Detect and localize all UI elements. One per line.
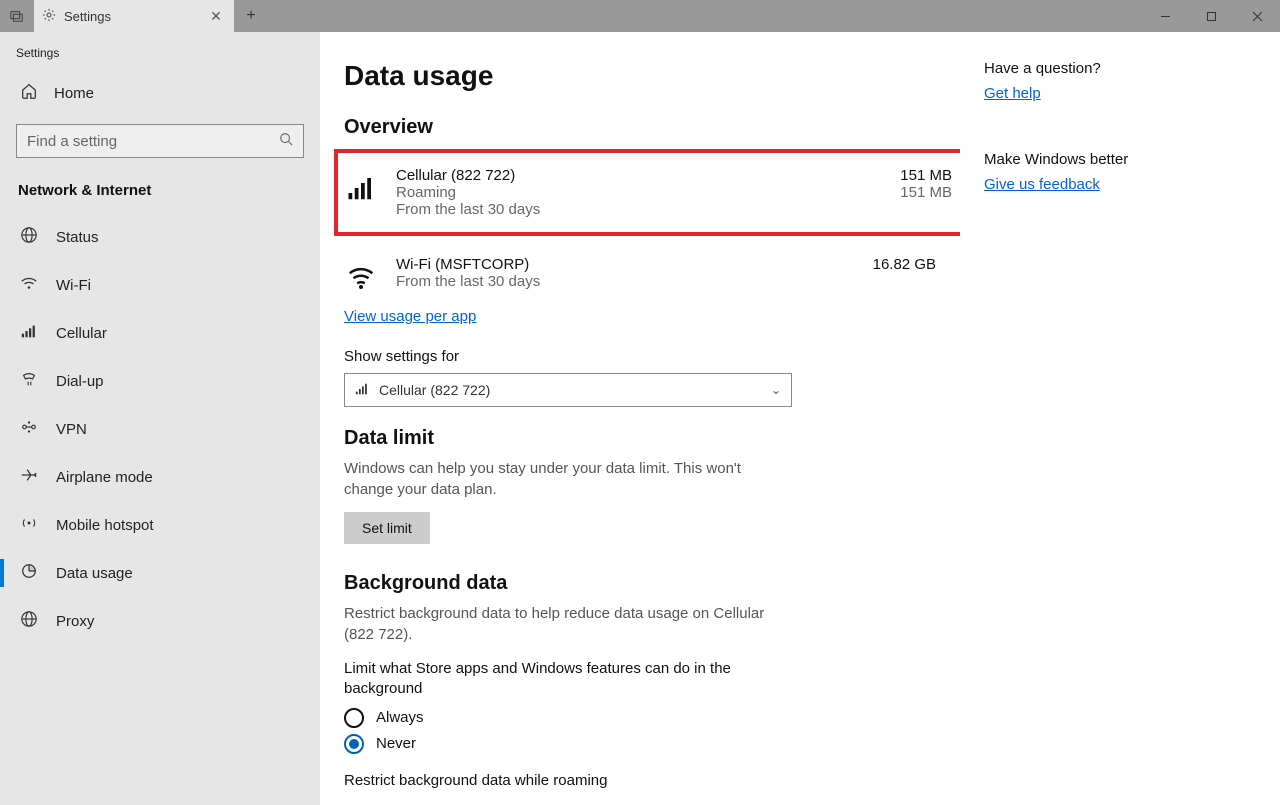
close-icon[interactable]: ✕ <box>206 8 226 25</box>
search-icon <box>279 132 293 151</box>
feedback-heading: Make Windows better <box>984 151 1256 168</box>
cellular-highlight: Cellular (822 722) Roaming From the last… <box>334 149 960 236</box>
sidebar-item-hotspot[interactable]: Mobile hotspot <box>0 501 320 549</box>
bg-radio-never[interactable]: Never <box>344 734 936 754</box>
titlebar-left: Settings ✕ + <box>0 0 268 32</box>
feedback-block: Make Windows better Give us feedback <box>984 151 1256 194</box>
radio-icon <box>344 708 364 728</box>
tab-settings[interactable]: Settings ✕ <box>34 0 234 32</box>
new-tab-button[interactable]: + <box>234 0 268 32</box>
sidebar-home-label: Home <box>54 85 94 102</box>
sidebar-item-label: Proxy <box>56 613 94 630</box>
overview-cellular-title: Cellular (822 722) <box>396 167 844 184</box>
search-input[interactable] <box>16 124 304 158</box>
set-limit-button[interactable]: Set limit <box>344 512 430 544</box>
background-data-desc: Restrict background data to help reduce … <box>344 603 784 645</box>
sidebar-item-datausage[interactable]: Data usage <box>0 549 320 597</box>
window-controls <box>1142 0 1280 32</box>
wifi-signal-icon <box>344 260 378 294</box>
right-panel: Have a question? Get help Make Windows b… <box>960 32 1280 805</box>
airplane-icon <box>20 466 38 488</box>
overview-wifi[interactable]: Wi-Fi (MSFTCORP) From the last 30 days 1… <box>344 248 936 302</box>
titlebar: Settings ✕ + <box>0 0 1280 32</box>
overview-cellular-sub1: Roaming <box>396 184 844 201</box>
dialup-icon <box>20 370 38 392</box>
minimize-button[interactable] <box>1142 0 1188 32</box>
hotspot-icon <box>20 514 38 536</box>
sidebar-item-label: Mobile hotspot <box>56 517 154 534</box>
overview-heading: Overview <box>344 116 936 139</box>
content: Data usage Overview Cellular (822 722) R… <box>320 32 960 805</box>
data-limit-desc: Windows can help you stay under your dat… <box>344 458 764 500</box>
tab-label: Settings <box>64 9 111 24</box>
sidebar-home[interactable]: Home <box>0 72 320 114</box>
overview-wifi-title: Wi-Fi (MSFTCORP) <box>396 256 828 273</box>
radio-label: Always <box>376 709 424 726</box>
radio-icon <box>344 734 364 754</box>
show-settings-value: Cellular (822 722) <box>379 382 490 398</box>
overview-cellular[interactable]: Cellular (822 722) Roaming From the last… <box>344 159 952 226</box>
sidebar-section-title: Network & Internet <box>0 170 320 213</box>
help-heading: Have a question? <box>984 60 1256 77</box>
bg-radio-always[interactable]: Always <box>344 708 936 728</box>
task-view-icon[interactable] <box>0 0 34 32</box>
background-data-heading: Background data <box>344 572 936 595</box>
feedback-link[interactable]: Give us feedback <box>984 176 1100 193</box>
sidebar-item-status[interactable]: Status <box>0 213 320 261</box>
sidebar-item-label: Airplane mode <box>56 469 153 486</box>
bg-roaming-label: Restrict background data while roaming <box>344 772 936 789</box>
overview-cellular-sub2: From the last 30 days <box>396 201 844 218</box>
search-field[interactable] <box>27 133 279 150</box>
get-help-link[interactable]: Get help <box>984 85 1041 102</box>
sidebar-item-label: Dial-up <box>56 373 104 390</box>
wifi-icon <box>20 274 38 296</box>
overview-wifi-sub: From the last 30 days <box>396 273 828 290</box>
overview-cellular-value2: 151 MB <box>862 184 952 201</box>
home-icon <box>20 82 38 104</box>
sidebar-item-dialup[interactable]: Dial-up <box>0 357 320 405</box>
proxy-icon <box>20 610 38 632</box>
sidebar-item-label: VPN <box>56 421 87 438</box>
cellular-icon <box>20 322 38 344</box>
status-icon <box>20 226 38 248</box>
radio-label: Never <box>376 735 416 752</box>
show-settings-label: Show settings for <box>344 348 936 365</box>
view-usage-per-app-link[interactable]: View usage per app <box>344 308 476 325</box>
sidebar-item-label: Wi-Fi <box>56 277 91 294</box>
page-title: Data usage <box>344 60 936 92</box>
sidebar-item-wifi[interactable]: Wi-Fi <box>0 261 320 309</box>
sidebar-item-airplane[interactable]: Airplane mode <box>0 453 320 501</box>
breadcrumb: Settings <box>0 40 320 72</box>
search-wrap <box>0 114 320 170</box>
app-body: Settings Home Network & Internet Status … <box>0 32 1280 805</box>
sidebar-item-cellular[interactable]: Cellular <box>0 309 320 357</box>
sidebar-item-label: Data usage <box>56 565 133 582</box>
gear-icon <box>42 8 56 25</box>
cellular-bars-icon <box>344 171 378 205</box>
sidebar-item-proxy[interactable]: Proxy <box>0 597 320 645</box>
overview-cellular-value: 151 MB <box>862 167 952 184</box>
chevron-down-icon: ⌄ <box>771 383 781 397</box>
data-limit-heading: Data limit <box>344 427 936 450</box>
vpn-icon <box>20 418 38 440</box>
sidebar-item-vpn[interactable]: VPN <box>0 405 320 453</box>
bg-limit-label: Limit what Store apps and Windows featur… <box>344 659 764 700</box>
cellular-icon <box>355 382 369 399</box>
sidebar-item-label: Status <box>56 229 99 246</box>
overview-wifi-value: 16.82 GB <box>846 256 936 273</box>
sidebar-item-label: Cellular <box>56 325 107 342</box>
show-settings-select[interactable]: Cellular (822 722) ⌄ <box>344 373 792 407</box>
close-window-button[interactable] <box>1234 0 1280 32</box>
help-block: Have a question? Get help <box>984 60 1256 103</box>
main: Data usage Overview Cellular (822 722) R… <box>320 32 1280 805</box>
maximize-button[interactable] <box>1188 0 1234 32</box>
datausage-icon <box>20 562 38 584</box>
sidebar: Settings Home Network & Internet Status … <box>0 32 320 805</box>
